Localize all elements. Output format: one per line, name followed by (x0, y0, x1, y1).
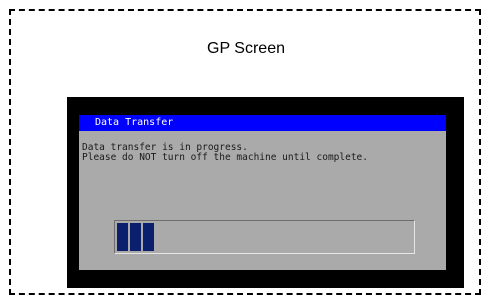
data-transfer-dialog: Data Transfer Data transfer is in progre… (79, 115, 446, 270)
dialog-titlebar: Data Transfer (79, 115, 446, 131)
progress-fill (117, 223, 154, 251)
progress-bar (114, 220, 415, 254)
message-line-2: Please do NOT turn off the machine until… (82, 152, 368, 163)
progress-block (143, 223, 154, 251)
screen-label: GP Screen (207, 40, 285, 57)
progress-block (117, 223, 128, 251)
progress-block (130, 223, 141, 251)
dialog-message: Data transfer is in progress. Please do … (82, 143, 442, 163)
